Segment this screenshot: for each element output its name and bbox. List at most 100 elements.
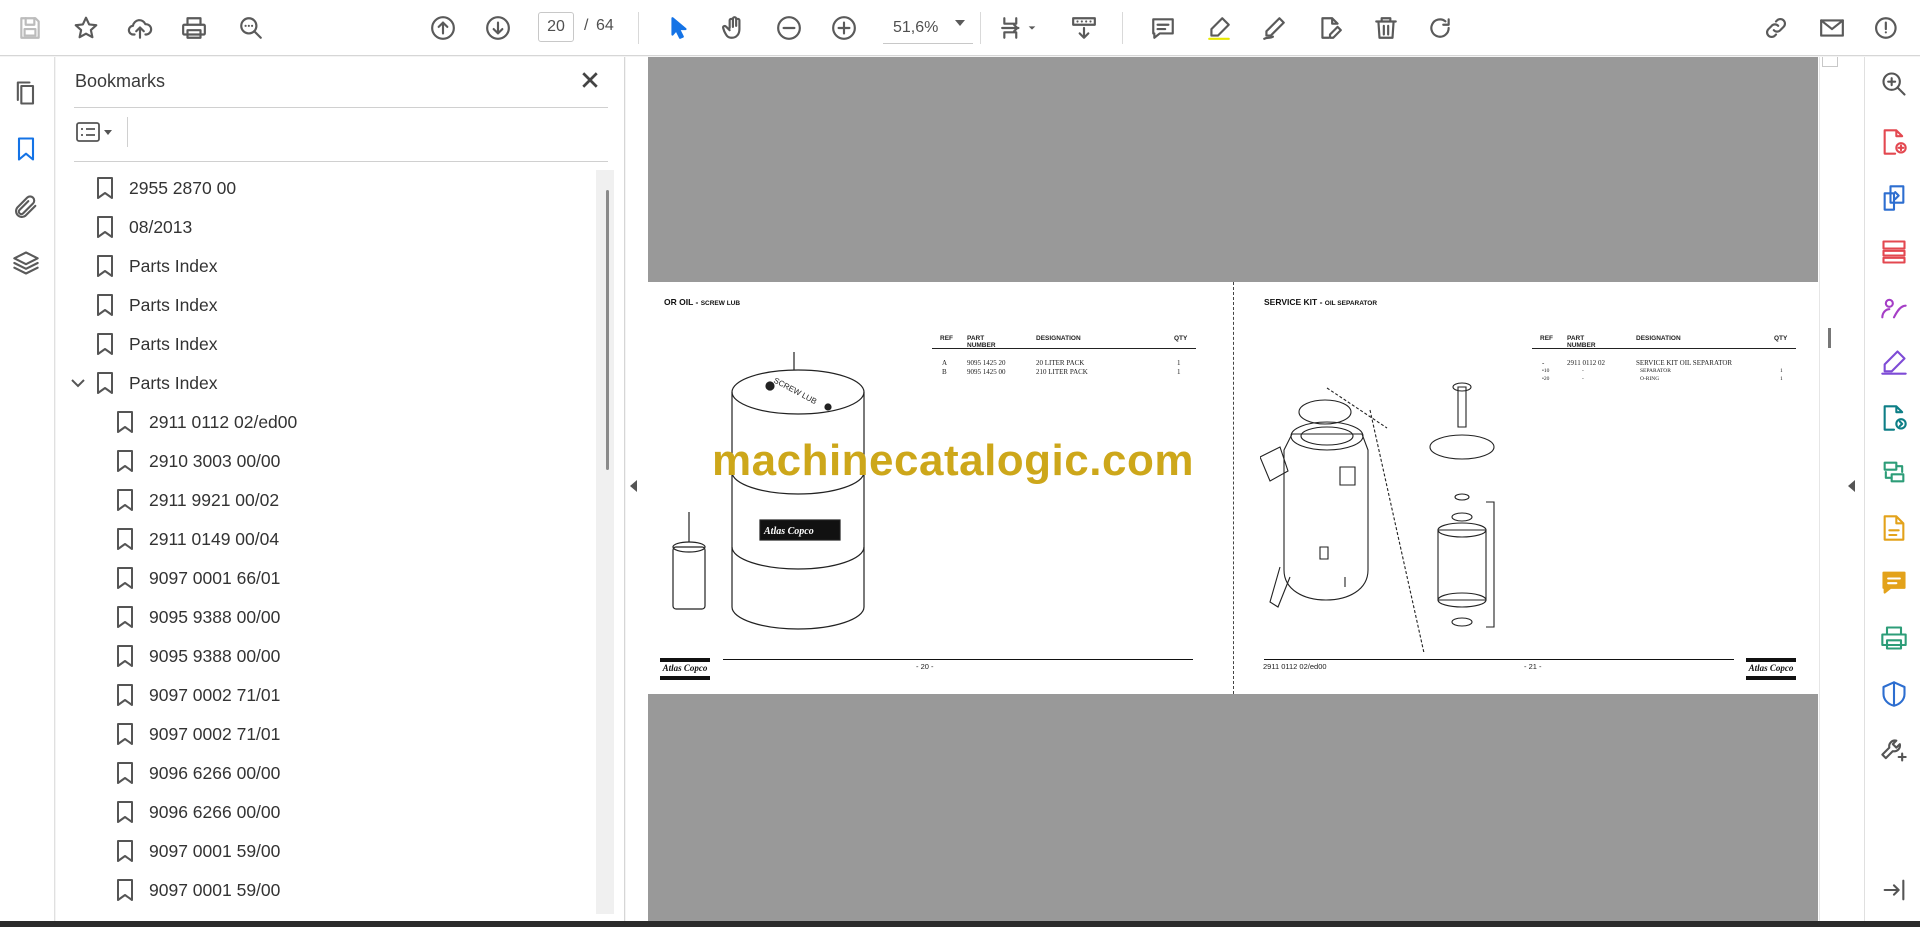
bookmark-item[interactable]: 2911 9921 00/02 xyxy=(116,481,279,519)
bookmark-item[interactable]: 9096 6266 00/00 xyxy=(116,793,280,831)
table-row: B 9095 1425 00 210 LITER PACK 1 xyxy=(942,368,1181,376)
previous-page-icon[interactable] xyxy=(427,12,459,44)
bookmark-icon xyxy=(116,488,134,512)
zoom-level-input[interactable]: 51,6% xyxy=(883,12,973,44)
bookmark-item[interactable]: 9097 0002 71/01 xyxy=(116,676,280,714)
bookmark-item[interactable]: 9095 9388 00/00 xyxy=(116,598,280,636)
delete-trash-icon[interactable] xyxy=(1370,12,1402,44)
pdf-page-spread: OR OIL - SCREW LUB REF PART NUMBER DESIG… xyxy=(648,282,1818,694)
bookmark-item[interactable]: 9096 6266 00/00 xyxy=(116,754,280,792)
bookmark-icon xyxy=(96,254,114,278)
left-page-heading: OR OIL - SCREW LUB xyxy=(664,297,741,307)
bookmark-item[interactable]: Parts Index xyxy=(96,286,218,324)
left-navigation-rail xyxy=(0,57,55,921)
edit-text-icon[interactable] xyxy=(1314,12,1346,44)
close-icon[interactable] xyxy=(577,67,603,93)
account-icon[interactable] xyxy=(1872,12,1904,44)
bookmark-icon xyxy=(116,878,134,902)
bookmarks-icon[interactable] xyxy=(10,133,42,165)
right-page-heading: SERVICE KIT - OIL SEPARATOR xyxy=(1264,297,1378,307)
table-row: •20 - O-RING 1 xyxy=(1542,376,1783,382)
bookmark-icon xyxy=(116,761,134,785)
scroll-mode-icon[interactable] xyxy=(1068,12,1100,44)
bookmark-icon xyxy=(116,527,134,551)
bookmark-item[interactable]: Parts Index xyxy=(96,247,218,285)
zoom-dropdown-caret-icon[interactable] xyxy=(955,20,965,26)
export-document-icon[interactable] xyxy=(1879,513,1909,543)
fill-sign-icon[interactable] xyxy=(1879,347,1909,377)
atlas-copco-logo: Atlas Copco xyxy=(660,658,710,680)
bookmarks-panel: Bookmarks 2955 2870 00 08/2013 Parts Ind… xyxy=(56,57,625,921)
draw-freehand-icon[interactable] xyxy=(1258,12,1290,44)
share-link-icon[interactable] xyxy=(1760,12,1792,44)
export-pdf-icon[interactable] xyxy=(1879,183,1909,213)
comment-tool-icon[interactable] xyxy=(1879,567,1909,597)
rotate-icon[interactable] xyxy=(1424,12,1456,44)
bookmark-icon xyxy=(116,410,134,434)
zoom-out-icon[interactable] xyxy=(773,12,805,44)
upload-cloud-icon[interactable] xyxy=(124,12,156,44)
oil-drum-illustration: SCREW LUB Atlas Copco xyxy=(672,352,865,630)
bookmark-item[interactable]: Parts Index xyxy=(96,325,218,363)
more-tools-icon[interactable] xyxy=(1879,735,1909,765)
top-toolbar: 20 / 64 51,6% xyxy=(0,0,1920,56)
document-scrollbar[interactable] xyxy=(1819,57,1820,921)
bookmark-item[interactable]: 9097 0001 66/01 xyxy=(116,559,280,597)
attachments-icon[interactable] xyxy=(10,191,42,223)
right-page-doc-code: 2911 0112 02/ed00 xyxy=(1263,662,1327,671)
print-production-icon[interactable] xyxy=(1879,623,1909,653)
collapse-right-panel-icon[interactable] xyxy=(1848,480,1855,492)
page-number-input[interactable]: 20 xyxy=(538,12,574,42)
layers-icon[interactable] xyxy=(10,247,42,279)
bookmark-list: 2955 2870 00 08/2013 Parts Index Parts I… xyxy=(56,169,596,921)
bookmark-options-menu[interactable] xyxy=(76,117,120,147)
find-icon[interactable] xyxy=(235,12,267,44)
bookmark-star-icon[interactable] xyxy=(70,12,102,44)
page-fit-dropdown-icon[interactable] xyxy=(1025,12,1039,44)
print-icon[interactable] xyxy=(178,12,210,44)
protect-shield-icon[interactable] xyxy=(1879,679,1909,709)
bookmark-item[interactable]: 9095 9388 00/00 xyxy=(116,637,280,675)
collapse-left-panel-icon[interactable] xyxy=(630,480,637,492)
bookmark-item[interactable]: Parts Index xyxy=(96,364,218,402)
bookmark-item[interactable]: 2955 2870 00 xyxy=(96,169,236,207)
watermark-text: machinecatalogic.com xyxy=(712,436,1194,485)
zoom-in-icon[interactable] xyxy=(828,12,860,44)
bookmark-item[interactable]: 9097 0001 59/00 xyxy=(116,832,280,870)
send-for-review-icon[interactable] xyxy=(1879,403,1909,433)
document-scrollbar-top[interactable] xyxy=(1822,57,1838,67)
bookmark-item[interactable]: 08/2013 xyxy=(96,208,192,246)
drum-label-text: SCREW LUB xyxy=(772,376,818,406)
bookmark-item[interactable]: 2911 0149 00/04 xyxy=(116,520,279,558)
list-options-icon xyxy=(76,122,100,142)
bookmark-icon xyxy=(116,683,134,707)
taskbar-edge xyxy=(0,921,1920,927)
bookmark-item[interactable]: 2911 0112 02/ed00 xyxy=(116,403,297,441)
bookmark-icon xyxy=(116,605,134,629)
highlight-pen-icon[interactable] xyxy=(1203,12,1235,44)
bookmarks-scrollbar-thumb[interactable] xyxy=(606,190,609,470)
email-icon[interactable] xyxy=(1816,12,1848,44)
bookmark-icon xyxy=(116,566,134,590)
save-icon[interactable] xyxy=(14,12,46,44)
chevron-down-icon[interactable] xyxy=(70,375,86,391)
page-thumbnails-icon[interactable] xyxy=(10,77,42,109)
search-zoom-icon[interactable] xyxy=(1879,69,1909,99)
hand-tool-icon[interactable] xyxy=(718,12,750,44)
request-signature-icon[interactable] xyxy=(1879,293,1909,323)
bookmark-icon xyxy=(116,644,134,668)
organize-pages-icon[interactable] xyxy=(1879,237,1909,267)
compare-files-icon[interactable] xyxy=(1879,457,1909,487)
collapse-tools-icon[interactable] xyxy=(1879,875,1909,905)
create-pdf-icon[interactable] xyxy=(1879,127,1909,157)
select-cursor-icon[interactable] xyxy=(663,12,695,44)
comment-icon[interactable] xyxy=(1147,12,1179,44)
document-scrollbar-thumb[interactable] xyxy=(1828,328,1831,348)
bookmarks-scrollbar[interactable] xyxy=(596,170,614,914)
drum-logo-text: Atlas Copco xyxy=(763,526,814,537)
right-tools-rail xyxy=(1864,57,1920,921)
next-page-icon[interactable] xyxy=(482,12,514,44)
bookmark-item[interactable]: 9097 0001 59/00 xyxy=(116,871,280,909)
bookmark-item[interactable]: 9097 0002 71/01 xyxy=(116,715,280,753)
bookmark-item[interactable]: 2910 3003 00/00 xyxy=(116,442,280,480)
